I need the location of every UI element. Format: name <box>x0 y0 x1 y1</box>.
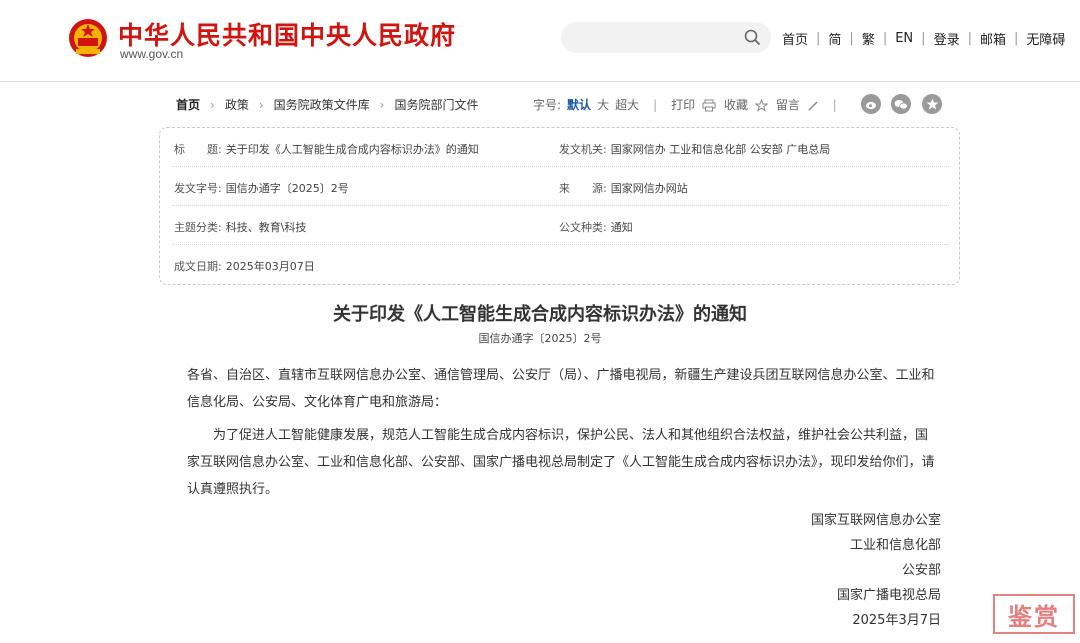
search-icon[interactable] <box>744 29 761 46</box>
breadcrumb-department-docs[interactable]: 国务院部门文件 <box>394 96 478 113</box>
info-value: 国信办通字〔2025〕2号 <box>225 182 349 195</box>
site-url: www.gov.cn <box>120 47 184 61</box>
breadcrumb-home[interactable]: 首页 <box>176 96 200 113</box>
info-label: 来 源: <box>559 182 607 195</box>
font-size-large[interactable]: 大 <box>597 96 609 113</box>
site-header: 中华人民共和国中央人民政府 www.gov.cn 首页 | 简 | 繁 | EN… <box>0 0 1080 82</box>
article-signers: 国家互联网信息办公室 工业和信息化部 公安部 国家广播电视总局 2025年3月7… <box>811 508 941 633</box>
chevron-right-icon: › <box>379 97 385 112</box>
info-value: 国家网信办 工业和信息化部 公安部 广电总局 <box>610 143 831 156</box>
star-icon <box>754 98 769 112</box>
breadcrumb-policy-library[interactable]: 国务院政策文件库 <box>274 96 370 113</box>
breadcrumb-policy[interactable]: 政策 <box>225 96 249 113</box>
nav-divider: | <box>921 31 926 46</box>
info-value: 通知 <box>610 221 633 234</box>
info-date: 成文日期: 2025年03月07日 <box>174 258 315 274</box>
nav-login[interactable]: 登录 <box>934 29 960 48</box>
signer-nrta: 国家广播电视总局 <box>836 588 941 603</box>
article-title: 关于印发《人工智能生成合成内容标识办法》的通知 <box>333 304 747 325</box>
tools-divider: | <box>653 97 658 112</box>
signing-date: 2025年3月7日 <box>852 613 941 628</box>
info-label: 发文字号: <box>174 182 222 195</box>
tools-divider: | <box>832 97 837 112</box>
nav-divider: | <box>816 31 821 46</box>
weibo-icon[interactable] <box>861 94 881 114</box>
info-label: 标 题: <box>174 143 222 156</box>
pencil-icon <box>808 101 818 110</box>
nav-divider: | <box>849 31 854 46</box>
favorite-label: 收藏 <box>723 98 748 112</box>
nav-divider: | <box>967 31 972 46</box>
info-type: 公文种类: 通知 <box>559 219 633 235</box>
top-nav: 首页 | 简 | 繁 | EN | 登录 | 邮箱 | 无障碍 <box>782 29 1065 48</box>
article-paragraph-body: 为了促进人工智能健康发展，规范人工智能生成合成内容标识，保护公民、法人和其他组织… <box>187 428 935 497</box>
info-value: 国家网信办网站 <box>610 182 688 195</box>
info-value: 2025年03月07日 <box>225 260 315 273</box>
nav-mail[interactable]: 邮箱 <box>980 29 1006 48</box>
info-row-topic: 主题分类: 科技、教育\科技 公文种类: 通知 <box>172 206 949 245</box>
info-value: 科技、教育\科技 <box>225 221 307 234</box>
favorite-star-icon[interactable] <box>922 94 942 114</box>
font-size-xlarge[interactable]: 超大 <box>615 96 639 113</box>
info-row-date: 成文日期: 2025年03月07日 <box>172 245 949 284</box>
nav-simplified[interactable]: 简 <box>828 29 841 48</box>
nav-divider: | <box>882 31 888 46</box>
print-label: 打印 <box>671 98 696 112</box>
breadcrumb: 首页 › 政策 › 国务院政策文件库 › 国务院部门文件 <box>176 96 479 113</box>
info-label: 成文日期: <box>174 260 222 273</box>
signer-cac: 国家互联网信息办公室 <box>810 513 941 528</box>
national-emblem-icon[interactable] <box>68 16 108 60</box>
font-size-label: 字号: <box>533 98 562 112</box>
article-doc-number: 国信办通字〔2025〕2号 <box>478 332 602 345</box>
document-info-table: 标 题: 关于印发《人工智能生成合成内容标识办法》的通知 发文机关: 国家网信办 工… <box>159 127 960 285</box>
info-topic: 主题分类: 科技、教育\科技 <box>174 219 306 235</box>
nav-english[interactable]: EN <box>895 31 913 46</box>
info-title: 标 题: 关于印发《人工智能生成合成内容标识办法》的通知 <box>174 141 479 157</box>
article-tools: 字号: 默认 大 超大 | 打印 收藏 留言 | <box>533 96 851 113</box>
info-row-title: 标 题: 关于印发《人工智能生成合成内容标识办法》的通知 发文机关: 国家网信办 工… <box>172 128 949 167</box>
nav-home[interactable]: 首页 <box>782 29 808 48</box>
info-row-docno: 发文字号: 国信办通字〔2025〕2号 来 源: 国家网信办网站 <box>172 167 949 206</box>
info-docno: 发文字号: 国信办通字〔2025〕2号 <box>174 180 349 196</box>
nav-divider: | <box>1013 31 1019 46</box>
watermark-stamp: 鉴赏 <box>993 594 1075 634</box>
favorite-button[interactable]: 收藏 <box>723 96 769 113</box>
font-size-default[interactable]: 默认 <box>567 96 591 113</box>
search-input[interactable] <box>561 22 771 53</box>
info-label: 发文机关: <box>559 143 607 156</box>
info-source: 来 源: 国家网信办网站 <box>559 180 688 196</box>
comment-label: 留言 <box>775 98 800 112</box>
nav-accessibility[interactable]: 无障碍 <box>1026 29 1065 48</box>
signer-miit: 工业和信息化部 <box>849 538 941 553</box>
chevron-right-icon: › <box>210 97 215 112</box>
chevron-right-icon: › <box>258 97 264 112</box>
printer-icon <box>702 99 716 112</box>
comment-button[interactable]: 留言 <box>776 96 819 113</box>
article-paragraph-recipients: 各省、自治区、直辖市互联网信息办公室、通信管理局、公安厅（局）、广播电视局，新疆… <box>187 368 935 410</box>
wechat-icon[interactable] <box>891 94 911 114</box>
info-issuer: 发文机关: 国家网信办 工业和信息化部 公安部 广电总局 <box>559 141 830 157</box>
info-label: 主题分类: <box>174 221 222 234</box>
info-value: 关于印发《人工智能生成合成内容标识办法》的通知 <box>225 143 479 156</box>
nav-traditional[interactable]: 繁 <box>862 29 875 48</box>
info-label: 公文种类: <box>559 221 607 234</box>
print-button[interactable]: 打印 <box>671 96 716 113</box>
signer-mps: 公安部 <box>901 563 941 578</box>
